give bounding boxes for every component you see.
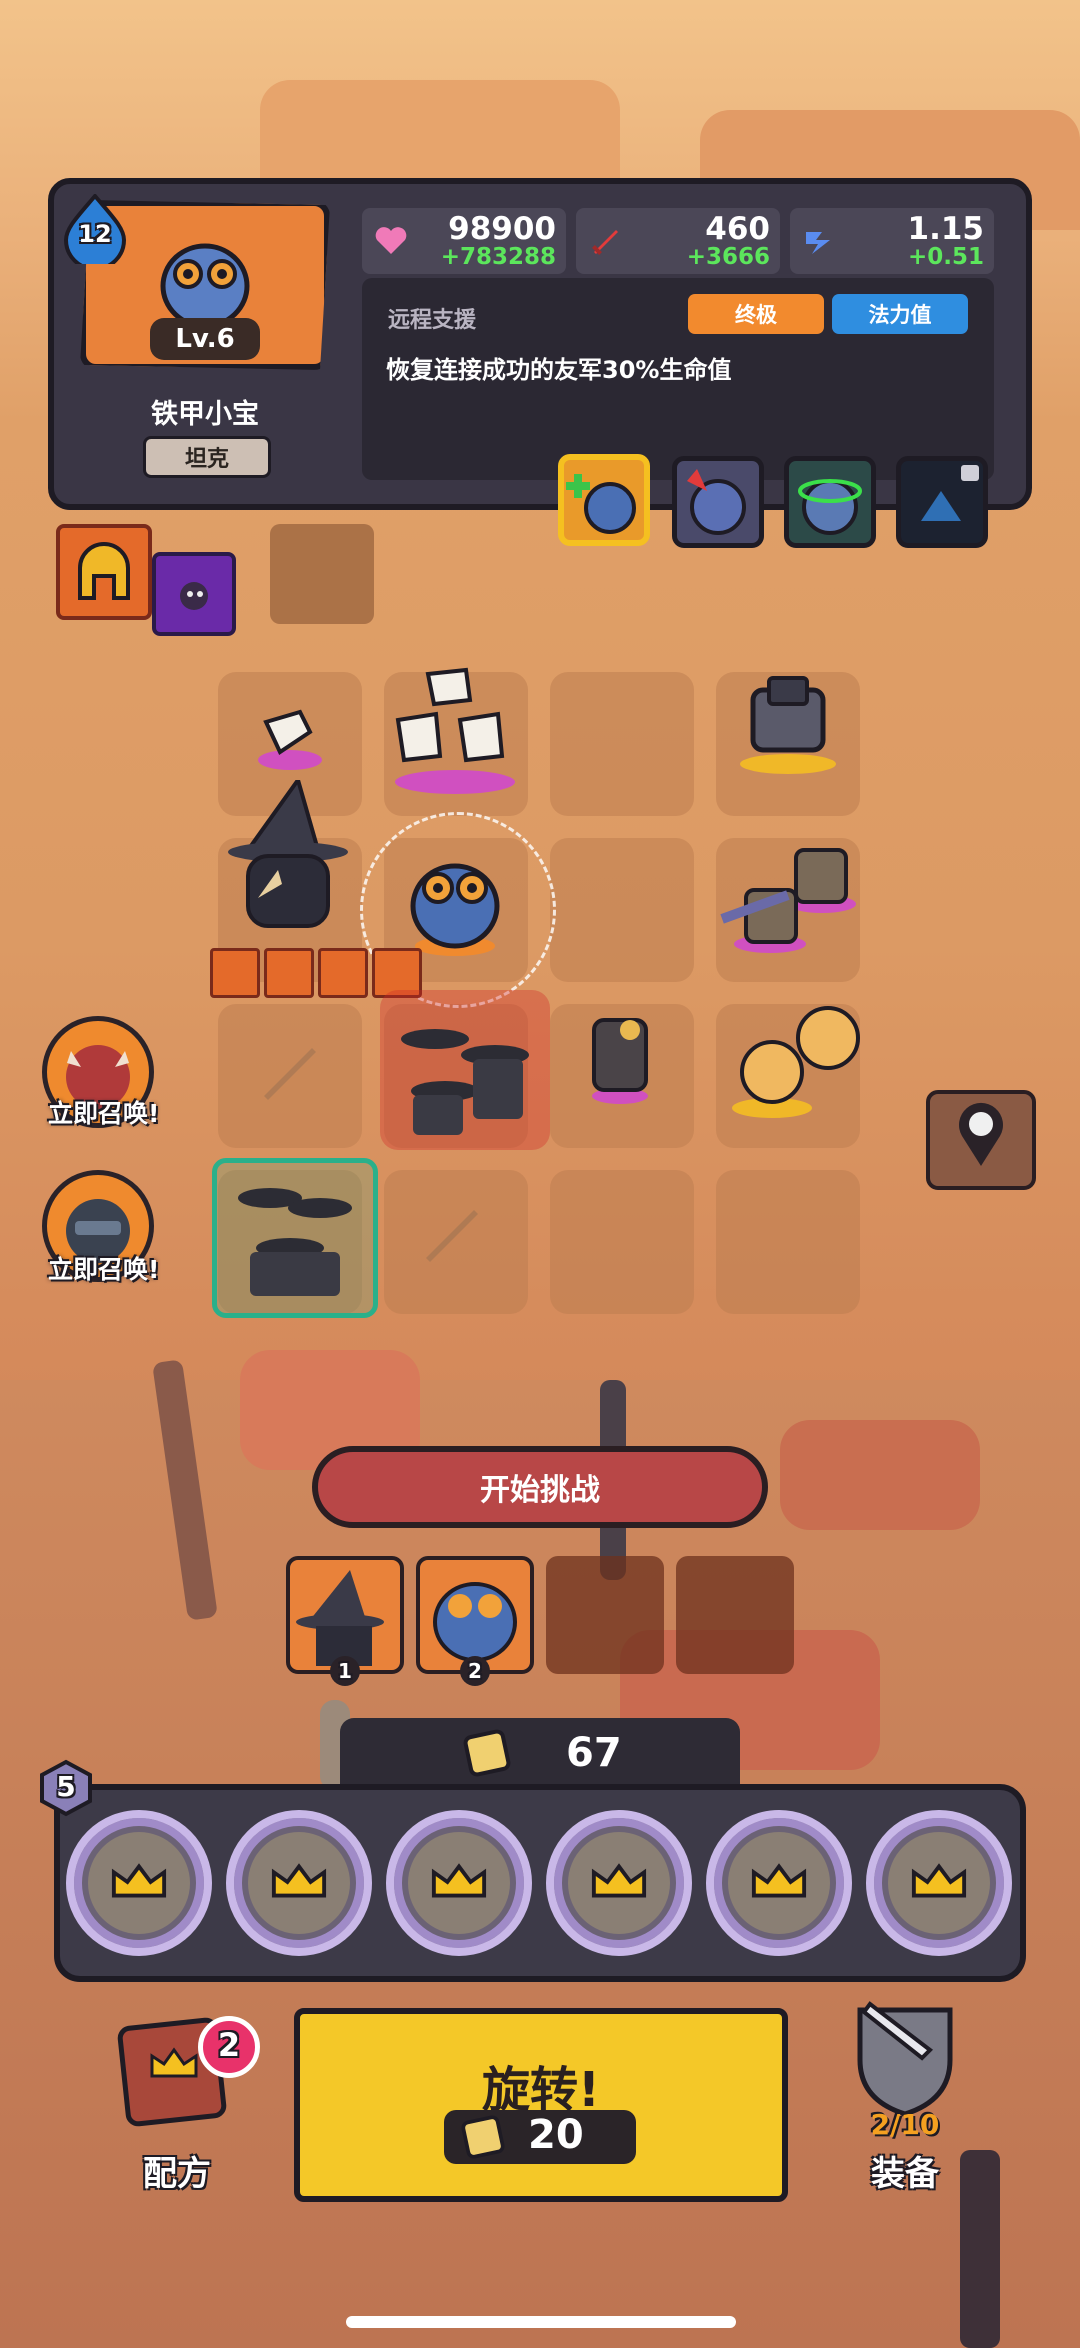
home-indicator[interactable] <box>346 2316 736 2328</box>
board-cell[interactable] <box>550 838 694 982</box>
speed-stat: 1.15 +0.51 <box>790 208 994 274</box>
boss-map-button[interactable] <box>926 1090 1036 1190</box>
plague-doctor-icon <box>296 1570 384 1666</box>
coin-bar <box>340 1718 740 1790</box>
unit-tiger-pair[interactable] <box>712 998 882 1128</box>
equipment-label: 装备 <box>871 2154 939 2194</box>
attack-delta: +3666 <box>686 244 770 270</box>
unit-backpack-bot[interactable] <box>580 1000 660 1110</box>
crown-icon <box>431 1863 487 1898</box>
crown-icon <box>591 1863 647 1898</box>
rage-skill-icon <box>687 469 746 535</box>
team-slot-number: 2 <box>460 1656 490 1686</box>
empty-slot-sword-icon <box>250 1030 330 1110</box>
hero-level: Lv.6 <box>150 318 260 360</box>
hp-stat: 98900 +783288 <box>362 208 566 274</box>
rock-formation <box>780 1420 980 1530</box>
unit-plague-doctor[interactable] <box>218 780 368 940</box>
board-cell[interactable] <box>716 1170 860 1314</box>
tray-level-number: 5 <box>56 1770 76 1803</box>
team-slot-empty[interactable] <box>546 1556 664 1674</box>
crown-slot[interactable] <box>226 1810 372 1956</box>
empty-slot-sword-icon <box>412 1192 492 1272</box>
hero-name: 铁甲小宝 <box>151 399 259 430</box>
crown-icon <box>271 1863 327 1898</box>
summon-label-1: 立即召唤! <box>48 1099 160 1128</box>
attack-stat: 460 +3666 <box>576 208 780 274</box>
heal-skill-icon <box>566 474 636 534</box>
speed-delta: +0.51 <box>907 244 984 270</box>
star-level-number: 12 <box>78 220 112 248</box>
team-slot-number: 1 <box>330 1656 360 1686</box>
skill-description: 恢复连接成功的友军30%生命值 <box>386 356 732 384</box>
helmet-icon <box>78 542 130 600</box>
unit-iron-bot-selected[interactable] <box>390 836 520 966</box>
heart-icon <box>375 227 407 254</box>
crown-icon <box>751 1863 807 1898</box>
shield-sword-icon <box>857 2001 953 2117</box>
skull-pin-icon <box>959 1102 1003 1166</box>
crown-icon <box>911 1863 967 1898</box>
skill-type-tag: 法力值 <box>832 294 968 334</box>
board-cell[interactable] <box>550 672 694 816</box>
locked-skill-icon <box>921 465 979 521</box>
unit-cowboy-squad-green[interactable] <box>212 1158 378 1318</box>
crown-slot[interactable] <box>706 1810 852 1956</box>
skill-title: 远程支援 <box>388 308 477 333</box>
summon-label-2: 立即召唤! <box>48 1255 160 1284</box>
board-cell[interactable] <box>550 1170 694 1314</box>
start-challenge-button[interactable]: 开始挑战 <box>312 1446 768 1528</box>
recipe-label: 配方 <box>143 2154 211 2194</box>
unit-gunner-pair[interactable] <box>710 820 870 970</box>
skill-portrait[interactable] <box>784 456 876 548</box>
iron-bot-icon <box>433 1582 517 1662</box>
skill-tier-tag: 终极 <box>688 294 824 334</box>
skill-portrait[interactable] <box>672 456 764 548</box>
crown-slot[interactable] <box>546 1810 692 1956</box>
speed-value: 1.15 <box>907 211 985 247</box>
hp-delta: +783288 <box>440 244 556 270</box>
coin-ticket-icon <box>463 1729 511 1777</box>
spin-cost-value: 20 <box>528 2112 584 2158</box>
banner-item-icon <box>264 948 314 998</box>
team-slot-empty[interactable] <box>676 1556 794 1674</box>
equipment-slot[interactable] <box>152 552 236 636</box>
shield-skill-icon <box>798 479 862 535</box>
sword-icon <box>592 230 618 255</box>
skill-portrait-selected[interactable] <box>558 454 650 546</box>
unit-cowboy-squad[interactable] <box>380 990 550 1150</box>
speed-icon <box>806 232 830 254</box>
crown-slot[interactable] <box>66 1810 212 1956</box>
coin-count: 67 <box>566 1730 622 1776</box>
attack-value: 460 <box>705 211 770 247</box>
hp-value: 98900 <box>448 211 556 247</box>
unit-chicken-stack[interactable] <box>380 664 530 804</box>
unit-armored-knight[interactable] <box>720 672 856 782</box>
equipment-count: 2/10 <box>870 2108 940 2141</box>
skill-portrait-locked[interactable] <box>896 456 988 548</box>
equipment-slot[interactable] <box>56 524 152 620</box>
crown-slot[interactable] <box>866 1810 1012 1956</box>
crown-slot[interactable] <box>386 1810 532 1956</box>
hero-role-badge: 坦克 <box>143 436 271 478</box>
coin-ticket-icon <box>461 2115 505 2159</box>
skull-bomb-icon <box>180 582 208 610</box>
shuriken-item-icon <box>318 948 368 998</box>
feather-item-icon <box>210 948 260 998</box>
recipe-badge-count: 2 <box>217 2026 241 2064</box>
unit-chicken[interactable] <box>238 680 342 784</box>
crown-icon <box>111 1863 167 1898</box>
equipment-slot-empty[interactable] <box>270 524 374 624</box>
